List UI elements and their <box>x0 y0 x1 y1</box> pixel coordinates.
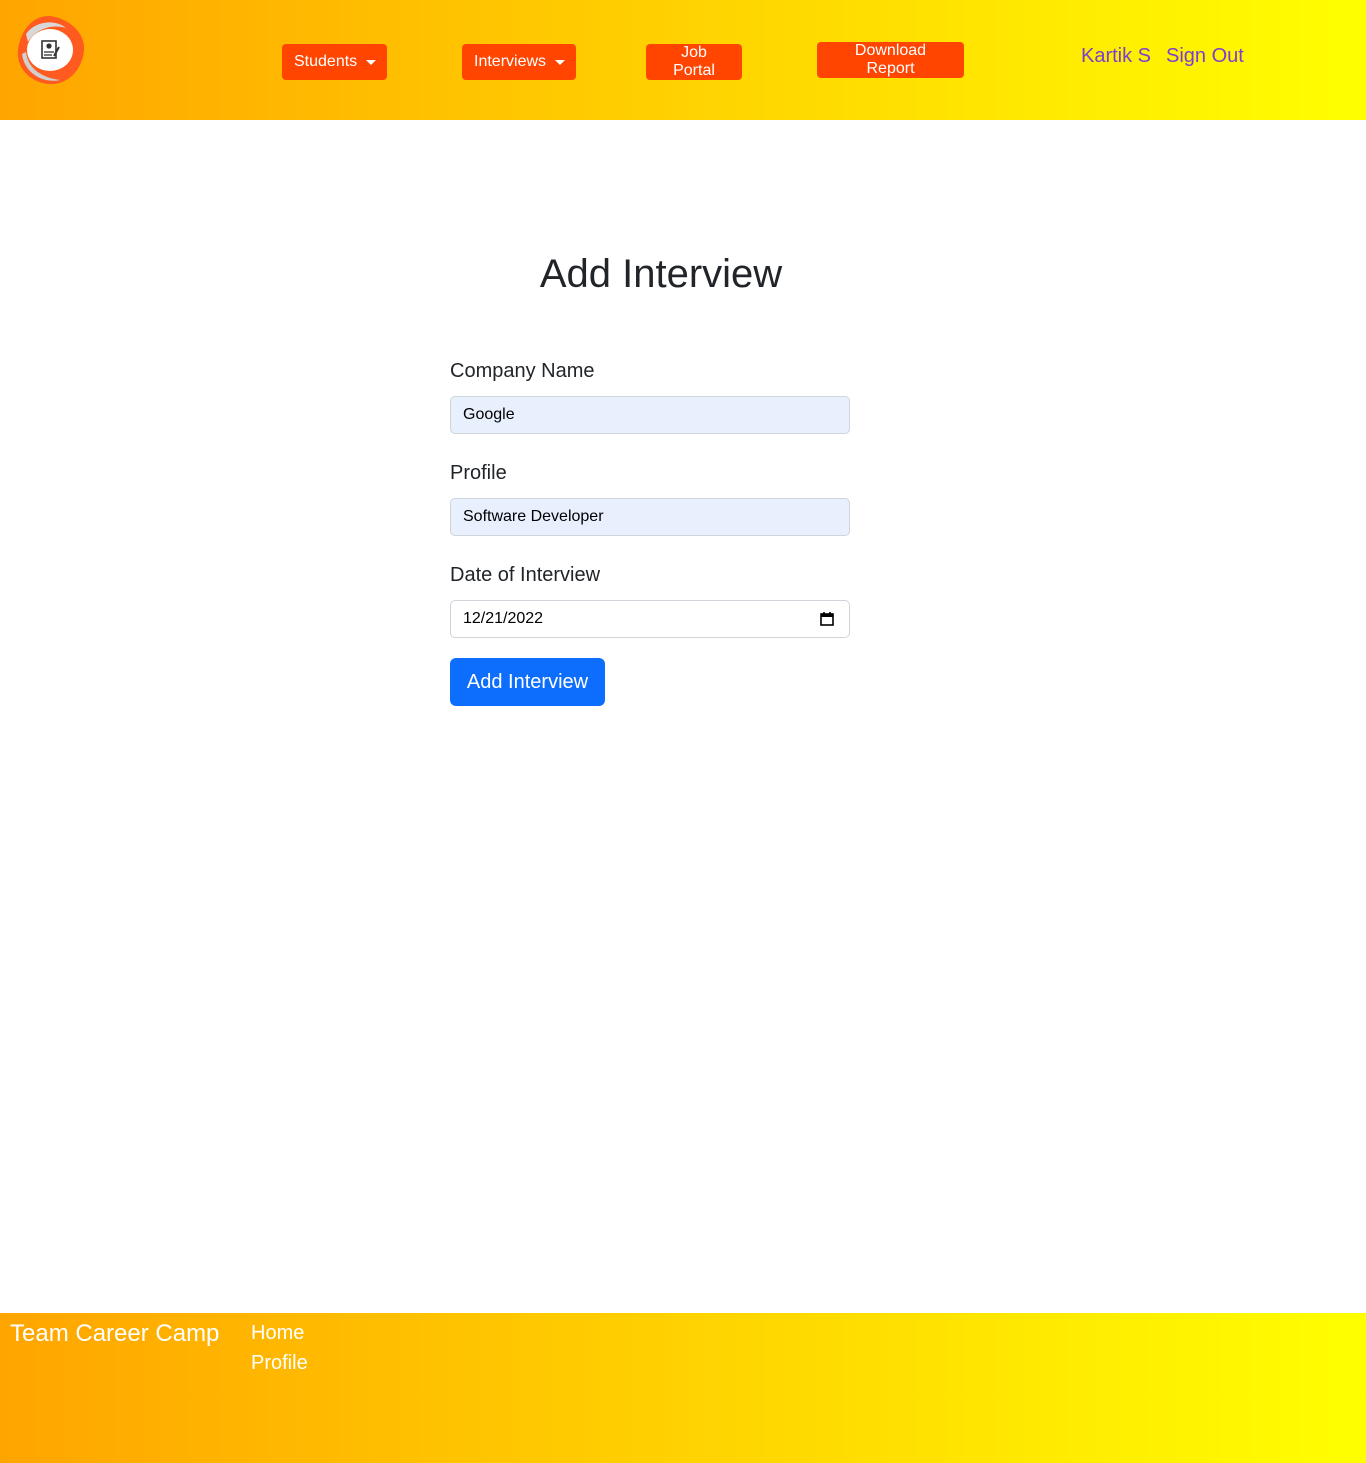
job-portal-button[interactable]: Job Portal <box>646 44 742 80</box>
profile-input[interactable] <box>450 498 850 536</box>
date-of-interview-label: Date of Interview <box>450 564 601 586</box>
students-dropdown-button[interactable]: Students <box>282 44 387 80</box>
interviews-label: Interviews <box>474 53 547 70</box>
footer: Team Career Camp Home Profile <box>0 1313 1366 1463</box>
job-portal-label: Job Portal <box>673 44 715 79</box>
footer-profile-link[interactable]: Profile <box>251 1352 308 1375</box>
profile-label: Profile <box>450 462 507 484</box>
date-field-wrapper <box>450 600 850 638</box>
add-interview-button[interactable]: Add Interview <box>450 658 605 706</box>
logo-icon[interactable] <box>14 14 86 86</box>
students-label: Students <box>294 53 358 70</box>
company-name-label: Company Name <box>450 360 595 382</box>
header: Students Interviews Job Portal Download … <box>0 0 1366 120</box>
company-name-input[interactable] <box>450 396 850 434</box>
caret-down-icon <box>366 59 377 65</box>
sign-out-link[interactable]: Sign Out <box>1166 45 1244 68</box>
calendar-icon[interactable] <box>820 612 834 626</box>
date-of-interview-input[interactable] <box>450 600 850 638</box>
caret-down-icon <box>555 59 566 65</box>
footer-home-link[interactable]: Home <box>251 1322 304 1345</box>
page-title: Add Interview <box>539 252 783 296</box>
add-interview-form: Company Name Profile Date of Interview <box>450 356 850 638</box>
footer-brand: Team Career Camp <box>10 1320 220 1347</box>
download-report-label: Download Report <box>854 42 927 77</box>
interviews-dropdown-button[interactable]: Interviews <box>462 44 576 80</box>
download-report-button[interactable]: Download Report <box>817 42 964 78</box>
user-name-link[interactable]: Kartik S <box>1081 45 1151 68</box>
